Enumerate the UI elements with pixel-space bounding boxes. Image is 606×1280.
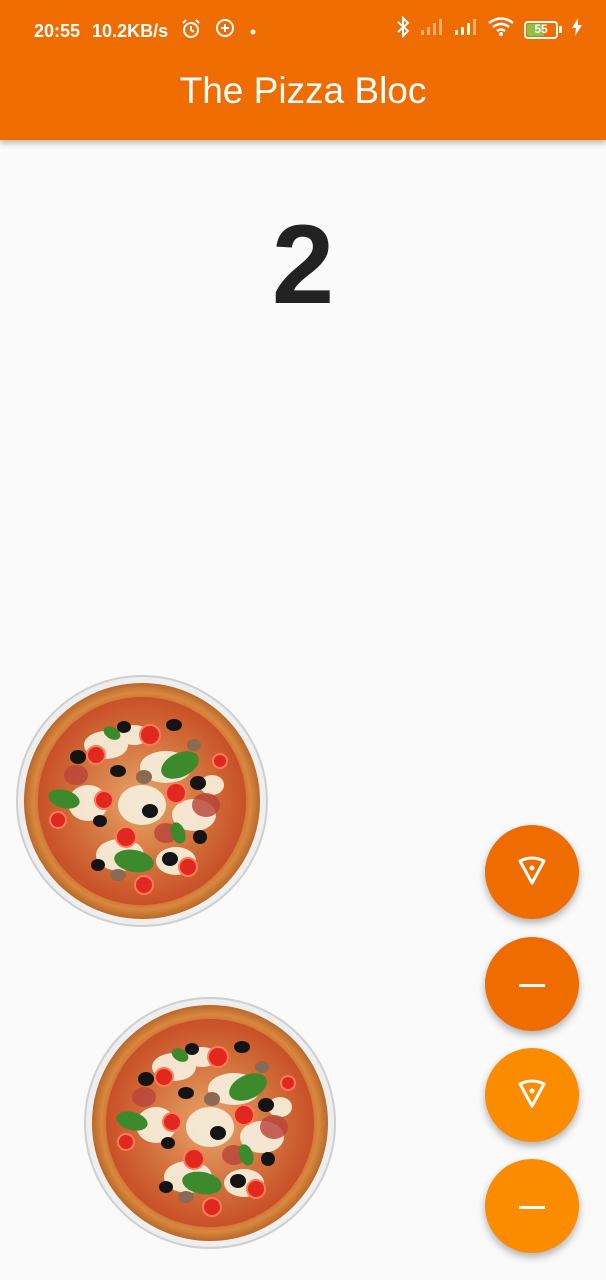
alarm-icon (180, 18, 202, 45)
plus-location-icon (214, 18, 236, 45)
charging-icon (572, 18, 582, 41)
remove-pizza-button[interactable] (485, 937, 579, 1031)
pizza-image (84, 997, 336, 1249)
page-title: The Pizza Bloc (179, 70, 427, 111)
add-pizza-button[interactable] (485, 1048, 579, 1142)
pizza-image (16, 675, 268, 927)
pizza-counter: 2 (271, 202, 335, 327)
bluetooth-icon (396, 15, 410, 43)
remove-pizza-button[interactable] (485, 1159, 579, 1253)
add-pizza-button[interactable] (485, 825, 579, 919)
signal-icon-sim1 (420, 18, 444, 41)
app-bar: 20:55 10.2KB/s 55 The Pizza Bloc (0, 0, 606, 140)
status-time: 20:55 (34, 21, 81, 41)
notification-dot-icon (248, 21, 258, 42)
status-bar: 20:55 10.2KB/s 55 (0, 0, 606, 60)
minus-icon (519, 1197, 545, 1215)
pizza-slice-icon (517, 1078, 547, 1113)
battery-level: 55 (534, 21, 548, 36)
wifi-icon (488, 17, 514, 42)
battery-icon: 55 (524, 20, 562, 39)
status-speed: 10.2KB/s (92, 21, 169, 41)
pizza-slice-icon (517, 855, 547, 890)
minus-icon (519, 975, 545, 993)
signal-icon-sim2 (454, 18, 478, 41)
